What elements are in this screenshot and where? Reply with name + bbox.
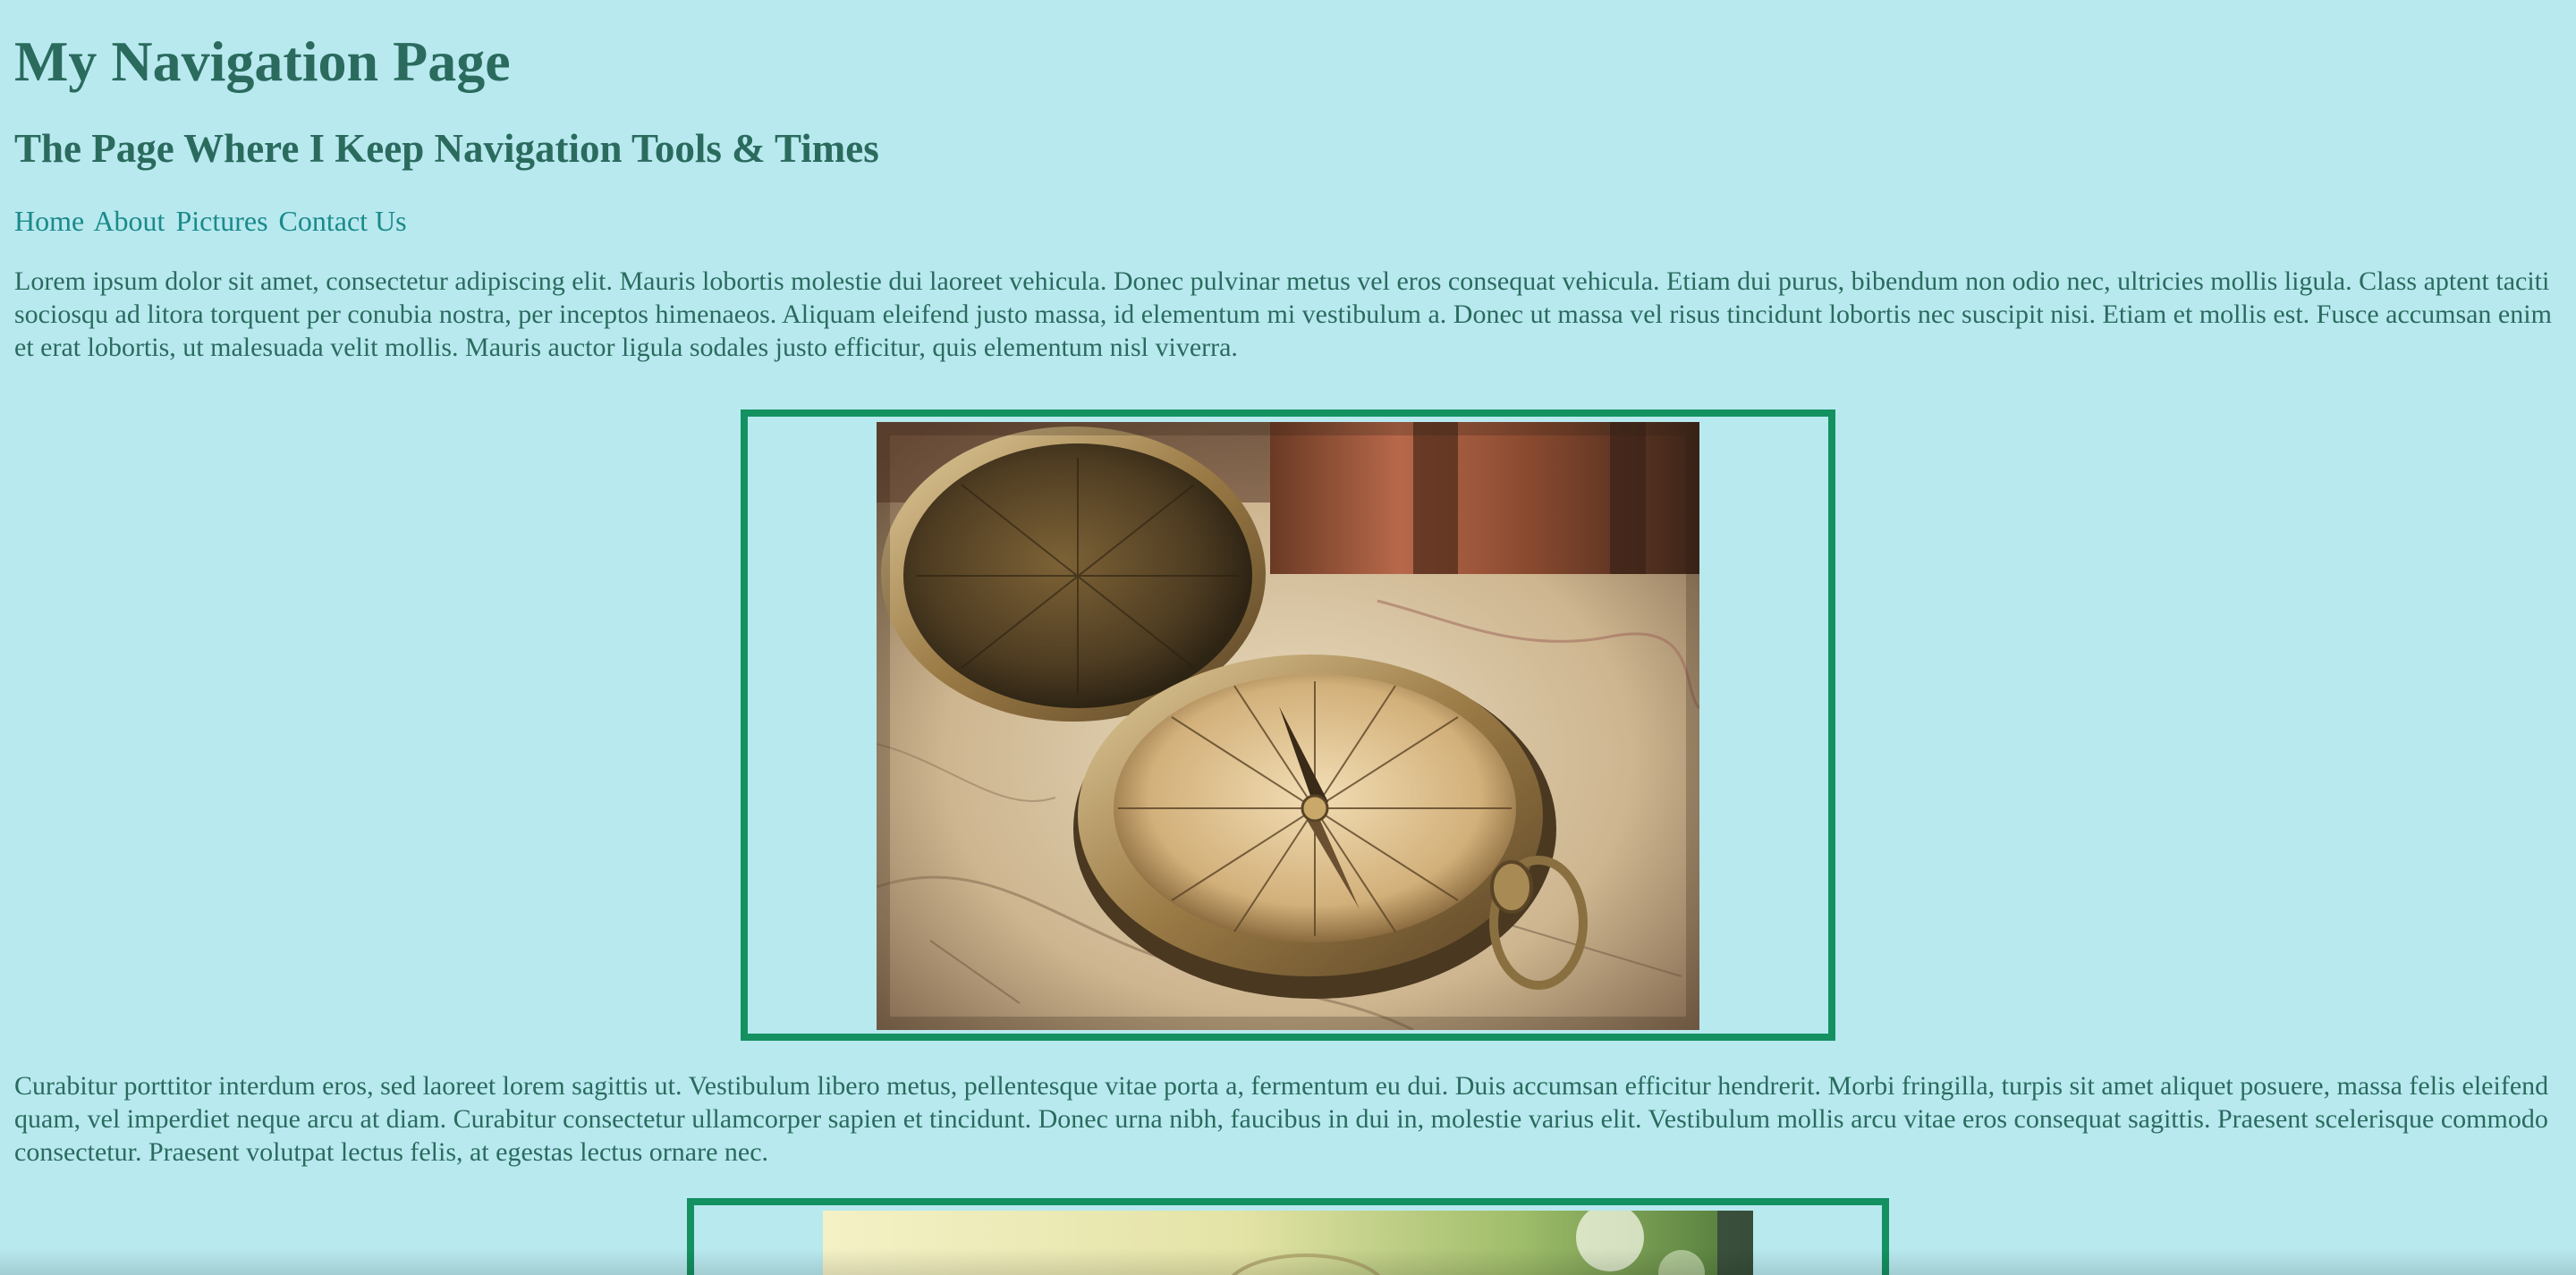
page: My Navigation Page The Page Where I Keep… — [0, 0, 2576, 1275]
image-frame-1 — [741, 410, 1835, 1041]
nav-link-pictures[interactable]: Pictures — [175, 205, 267, 237]
bottom-shadow — [0, 1248, 2576, 1275]
nav-link-home[interactable]: Home — [14, 205, 84, 237]
page-subtitle: The Page Where I Keep Navigation Tools &… — [14, 126, 879, 171]
nav-link-about[interactable]: About — [93, 205, 165, 237]
compass-on-map-image — [877, 422, 1699, 1030]
page-title: My Navigation Page — [14, 30, 511, 93]
nav-link-contact-us[interactable]: Contact Us — [279, 205, 407, 237]
nav-bar: Home About Pictures Contact Us — [14, 204, 2562, 238]
second-paragraph: Curabitur porttitor interdum eros, sed l… — [14, 1071, 2549, 1167]
intro-paragraph: Lorem ipsum dolor sit amet, consectetur … — [14, 266, 2552, 362]
